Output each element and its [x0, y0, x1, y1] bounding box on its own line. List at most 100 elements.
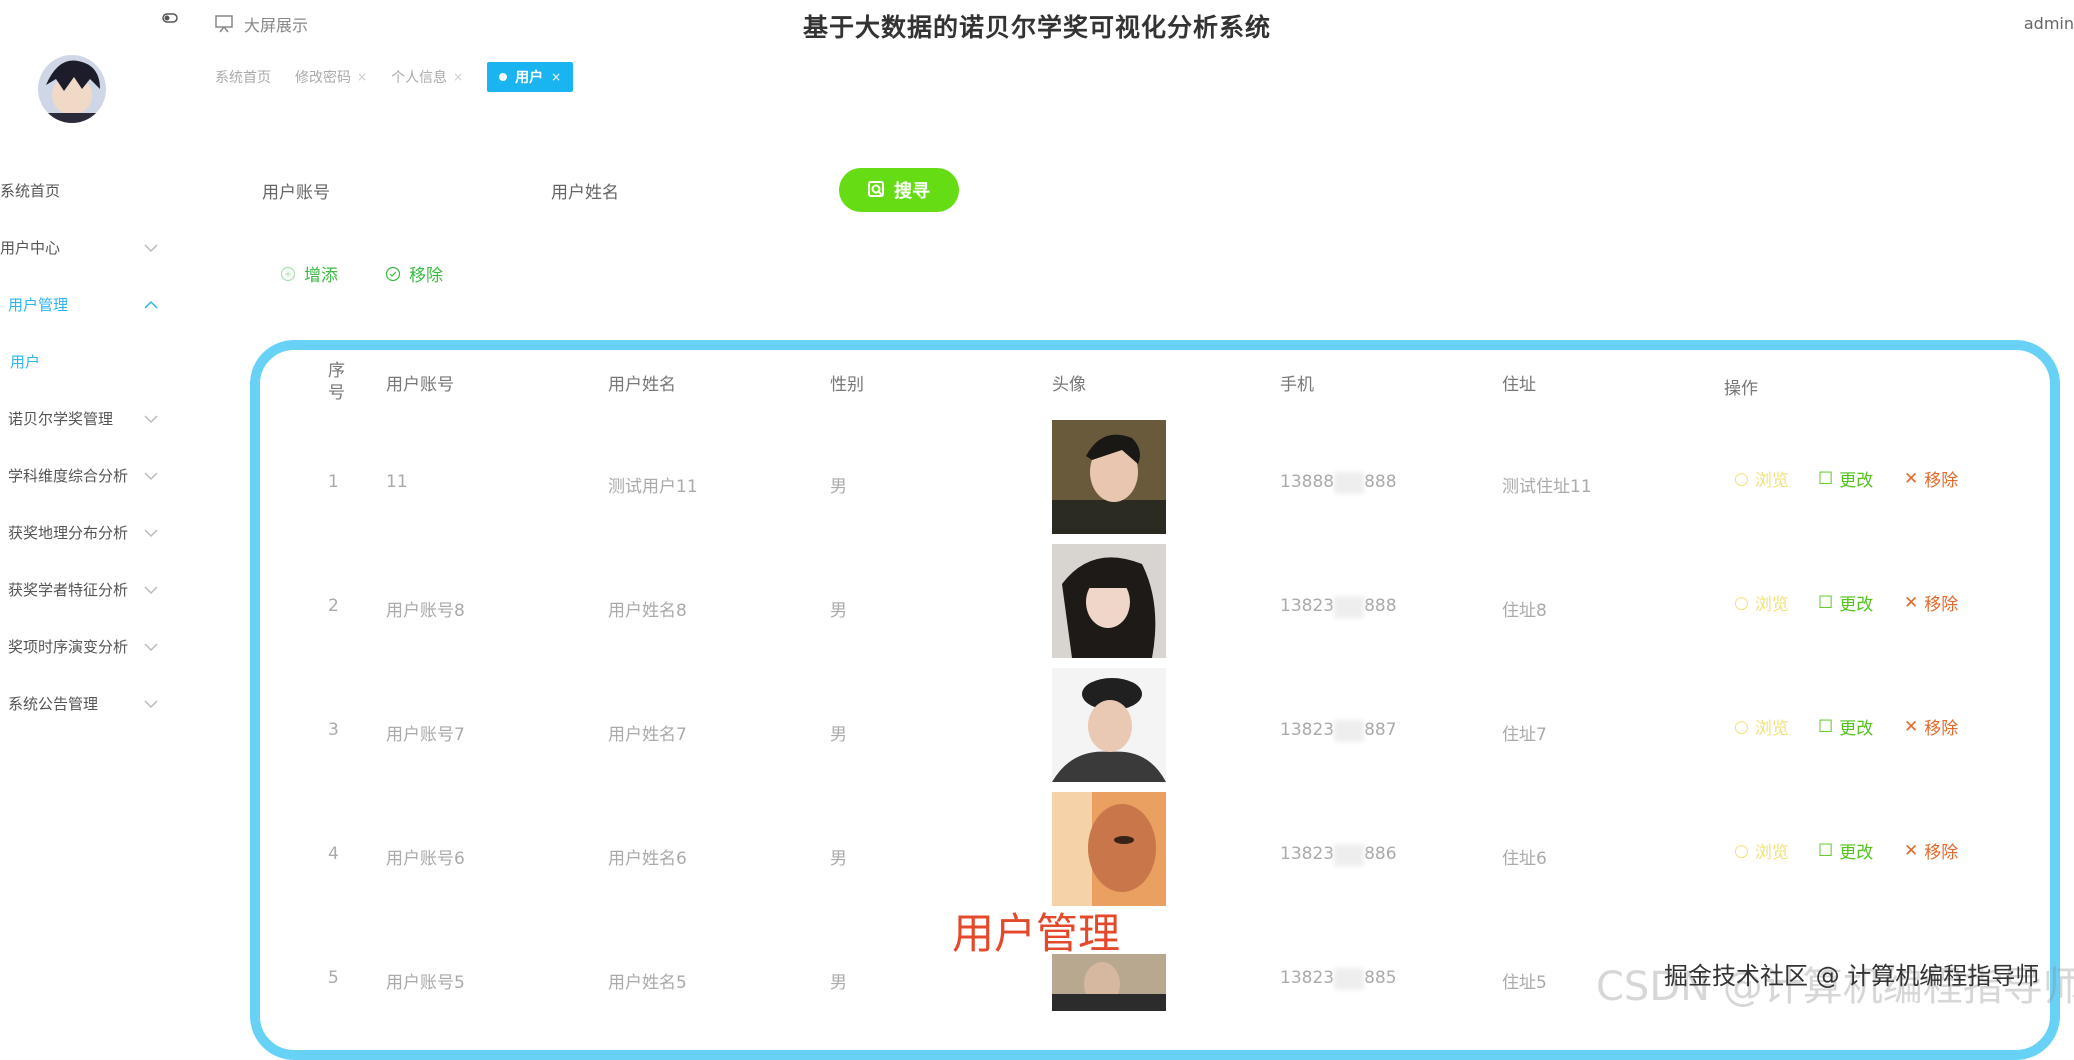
phone-suffix: 888 [1364, 596, 1397, 616]
edit-label: 更改 [1839, 719, 1874, 739]
row-avatar-image [1052, 668, 1166, 782]
row-name: 用户姓名8 [608, 601, 687, 621]
phone-prefix: 13823 [1280, 720, 1335, 740]
delete-button[interactable]: ✕ 移除 [1904, 466, 1959, 492]
add-button-label: 增添 [304, 266, 338, 286]
delete-label: 移除 [1924, 719, 1959, 739]
view-button[interactable]: ○ 浏览 [1734, 714, 1789, 740]
edit-icon: ☐ [1818, 716, 1834, 737]
page-title: 基于大数据的诺贝尔学奖可视化分析系统 [802, 13, 1271, 42]
header-gender: 性别 [830, 375, 864, 395]
row-avatar-image [1052, 420, 1166, 534]
view-label: 浏览 [1754, 471, 1789, 491]
sidebar-item-label: 系统公告管理 [8, 695, 99, 713]
edit-label: 更改 [1839, 843, 1874, 863]
tab-change-password[interactable]: 修改密码 × [295, 67, 367, 87]
edit-button[interactable]: ☐ 更改 [1818, 590, 1874, 616]
row-gender: 男 [830, 477, 847, 497]
row-phone: 13823 885 [1280, 968, 1397, 990]
chevron-down-icon [144, 243, 158, 252]
phone-suffix: 888 [1364, 472, 1397, 492]
add-button[interactable]: 增添 [280, 261, 338, 286]
row-gender: 男 [830, 601, 847, 621]
video-caption: 用户管理 [952, 909, 1121, 958]
header-account: 用户账号 [386, 375, 454, 395]
eye-icon: ○ [1734, 468, 1749, 489]
row-avatar-image [1052, 544, 1166, 658]
close-icon[interactable]: × [551, 70, 561, 84]
sidebar-item-laureate-analysis[interactable]: 获奖学者特征分析 [8, 579, 158, 600]
phone-suffix: 887 [1364, 720, 1397, 740]
tab-label: 系统首页 [215, 70, 271, 86]
name-search-label: 用户姓名 [551, 183, 619, 203]
view-button[interactable]: ○ 浏览 [1734, 838, 1789, 864]
view-button[interactable]: ○ 浏览 [1734, 466, 1789, 492]
account-search-label: 用户账号 [262, 183, 330, 203]
eye-icon: ○ [1734, 716, 1749, 737]
view-button[interactable]: ○ 浏览 [1734, 590, 1789, 616]
edit-label: 更改 [1839, 595, 1874, 615]
header-address: 住址 [1502, 375, 1536, 395]
header-name: 用户姓名 [608, 375, 676, 395]
search-icon [868, 181, 884, 197]
close-icon: ✕ [1904, 468, 1919, 489]
row-phone: 13823 886 [1280, 844, 1397, 866]
edit-button[interactable]: ☐ 更改 [1818, 714, 1874, 740]
search-button[interactable]: 搜寻 [839, 168, 959, 212]
sidebar-item-label: 获奖学者特征分析 [8, 581, 129, 599]
plus-circle-icon [280, 266, 296, 281]
phone-prefix: 13823 [1280, 596, 1335, 616]
tab-label: 修改密码 [295, 70, 351, 86]
sidebar-item-announcements[interactable]: 系统公告管理 [8, 693, 158, 714]
user-name[interactable]: admin [2024, 14, 2074, 33]
view-label: 浏览 [1754, 595, 1789, 615]
sidebar-item-geo-analysis[interactable]: 获奖地理分布分析 [8, 522, 158, 543]
close-icon[interactable]: × [357, 70, 367, 84]
sidebar-item-discipline-analysis[interactable]: 学科维度综合分析 [8, 465, 158, 486]
sidebar-item-label: 奖项时序演变分析 [8, 638, 129, 656]
sidebar-item-user-management[interactable]: 用户管理 [8, 294, 158, 315]
close-icon: ✕ [1904, 840, 1919, 861]
delete-button[interactable]: ✕ 移除 [1904, 714, 1959, 740]
sidebar-item-label: 用户管理 [8, 296, 69, 314]
view-label: 浏览 [1754, 719, 1789, 739]
phone-prefix: 13823 [1280, 844, 1335, 864]
edit-icon: ☐ [1818, 840, 1834, 861]
avatar-image [38, 55, 106, 123]
sidebar-item-users[interactable]: 用户 [10, 351, 158, 372]
view-label: 浏览 [1754, 843, 1789, 863]
phone-mask [1334, 844, 1365, 866]
header-avatar: 头像 [1052, 375, 1086, 395]
sidebar-item-user-center[interactable]: 用户中心 [0, 237, 158, 258]
phone-mask [1334, 720, 1365, 742]
row-account: 用户账号5 [386, 973, 465, 993]
sidebar-item-nobel-management[interactable]: 诺贝尔学奖管理 [8, 408, 158, 429]
remove-button[interactable]: 移除 [385, 261, 443, 286]
phone-suffix: 885 [1364, 968, 1397, 988]
tab-home[interactable]: 系统首页 [215, 67, 271, 87]
account-search-input[interactable] [360, 170, 510, 206]
chevron-down-icon [144, 585, 158, 594]
close-icon[interactable]: × [453, 70, 463, 84]
edit-button[interactable]: ☐ 更改 [1818, 838, 1874, 864]
chevron-up-icon [144, 300, 158, 309]
delete-label: 移除 [1924, 471, 1959, 491]
row-avatar-image [1052, 954, 1166, 1011]
row-phone: 13823 887 [1280, 720, 1397, 742]
delete-button[interactable]: ✕ 移除 [1904, 838, 1958, 864]
sidebar-item-label: 获奖地理分布分析 [8, 524, 129, 542]
row-index: 5 [328, 968, 339, 988]
sidebar-item-home[interactable]: 系统首页 [0, 180, 158, 201]
phone-prefix: 13823 [1280, 968, 1335, 988]
avatar[interactable] [38, 55, 106, 123]
row-name: 用户姓名5 [608, 973, 687, 993]
edit-button[interactable]: ☐ 更改 [1818, 466, 1873, 492]
name-search-input[interactable] [648, 170, 798, 206]
row-name: 测试用户11 [608, 477, 698, 497]
tab-profile[interactable]: 个人信息 × [391, 67, 463, 87]
chevron-down-icon [144, 642, 158, 651]
delete-button[interactable]: ✕ 移除 [1904, 590, 1958, 616]
phone-prefix: 13888 [1280, 472, 1335, 492]
sidebar-item-timeline-analysis[interactable]: 奖项时序演变分析 [8, 636, 158, 657]
tab-users[interactable]: 用户 × [487, 62, 574, 92]
